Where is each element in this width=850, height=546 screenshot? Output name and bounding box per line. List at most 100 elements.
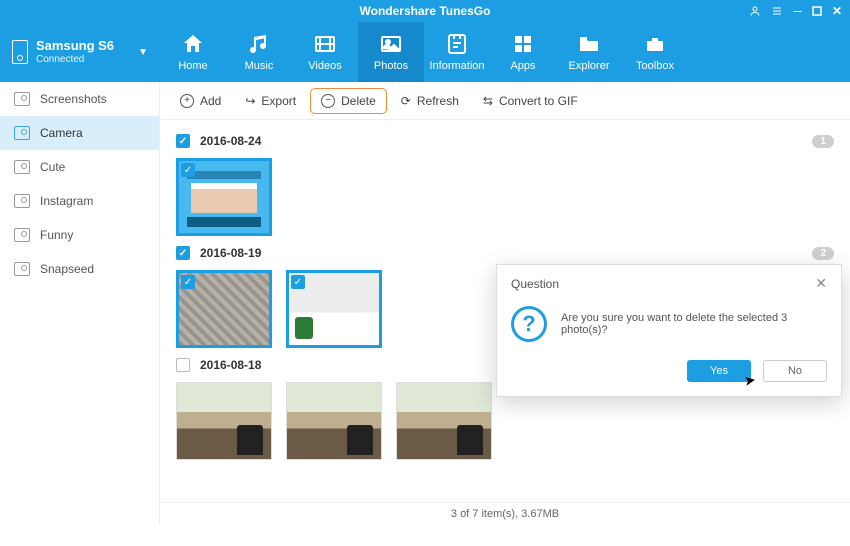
chevron-down-icon: ▼ [138,47,148,58]
camera-icon [14,92,30,106]
nav-information[interactable]: Information [424,22,490,82]
photo-thumbnail[interactable]: ✓ [176,158,272,236]
app-title: Wondershare TunesGo [360,4,491,18]
sidebar: Screenshots Camera Cute Instagram Funny … [0,82,160,524]
nav-music[interactable]: Music [226,22,292,82]
dialog-yes-button[interactable]: Yes [687,360,751,382]
minus-icon: − [321,94,335,108]
sidebar-item-label: Snapseed [40,262,94,276]
nav-apps[interactable]: Apps [490,22,556,82]
button-label: Yes [710,365,728,377]
photo-thumbnail[interactable] [396,382,492,460]
camera-icon [14,262,30,276]
main-panel: + Add ↪ Export −Delete ⟳ Refresh ⇆ Convert t… [160,82,850,524]
menu-icon[interactable] [771,5,783,17]
main-nav: Home Music Videos Photos Information App… [160,22,688,82]
button-label: Convert to GIF [499,94,578,108]
export-button[interactable]: ↪ Export [235,89,306,113]
sidebar-item-screenshots[interactable]: Screenshots [0,82,159,116]
sidebar-item-snapseed[interactable]: Snapseed [0,252,159,286]
camera-icon [14,160,30,174]
question-icon: ? [511,306,547,342]
add-button[interactable]: + Add [170,89,231,113]
toolbar: + Add ↪ Export −Delete ⟳ Refresh ⇆ Convert t… [160,82,850,120]
refresh-button[interactable]: ⟳ Refresh [391,89,469,113]
button-label: Export [261,94,296,108]
device-status: Connected [36,54,114,65]
photo-thumbnail[interactable]: ✓ [176,270,272,348]
device-name: Samsung S6 [36,39,114,53]
maximize-icon[interactable] [812,6,822,16]
group-date: 2016-08-24 [200,134,261,148]
music-icon [247,32,271,56]
nav-label: Toolbox [636,60,674,72]
convert-icon: ⇆ [483,94,493,108]
title-bar: Wondershare TunesGo ─ ✕ [0,0,850,22]
apps-icon [511,32,535,56]
dialog-message: Are you sure you want to delete the sele… [561,312,827,336]
nav-label: Music [245,60,274,72]
confirm-dialog: Question ✕ ? Are you sure you want to de… [496,264,842,397]
dialog-close-button[interactable]: ✕ [815,275,827,292]
sidebar-item-cute[interactable]: Cute [0,150,159,184]
dialog-no-button[interactable]: No [763,360,827,382]
user-icon[interactable] [749,5,761,17]
nav-label: Videos [308,60,341,72]
close-icon[interactable]: ✕ [832,4,842,18]
nav-photos[interactable]: Photos [358,22,424,82]
photo-thumbnail[interactable]: ✓ [286,270,382,348]
minimize-icon[interactable]: ─ [793,4,802,18]
header: Samsung S6 Connected ▼ Home Music Videos… [0,22,850,82]
nav-label: Home [178,60,207,72]
nav-toolbox[interactable]: Toolbox [622,22,688,82]
videos-icon [313,32,337,56]
check-icon: ✓ [181,275,195,289]
photos-icon [379,32,403,56]
toolbox-icon [643,32,667,56]
check-icon: ✓ [181,163,195,177]
photo-group: ✓ 2016-08-24 1 ✓ [176,130,834,236]
refresh-icon: ⟳ [401,94,411,108]
window-controls: ─ ✕ [749,0,842,22]
group-checkbox[interactable] [176,358,190,372]
group-date: 2016-08-19 [200,246,261,260]
photo-thumbnail[interactable] [176,382,272,460]
nav-explorer[interactable]: Explorer [556,22,622,82]
sidebar-item-instagram[interactable]: Instagram [0,184,159,218]
group-count: 2 [812,247,834,260]
nav-home[interactable]: Home [160,22,226,82]
button-label: Refresh [417,94,459,108]
export-icon: ↪ [245,94,255,108]
nav-label: Photos [374,60,408,72]
camera-icon [14,194,30,208]
sidebar-item-label: Instagram [40,194,93,208]
button-label: No [788,365,802,377]
nav-label: Explorer [569,60,610,72]
nav-videos[interactable]: Videos [292,22,358,82]
photo-thumbnail[interactable] [286,382,382,460]
explorer-icon [577,32,601,56]
group-checkbox[interactable]: ✓ [176,246,190,260]
sidebar-item-label: Camera [40,126,83,140]
phone-icon [12,40,28,64]
sidebar-item-camera[interactable]: Camera [0,116,159,150]
nav-label: Apps [510,60,535,72]
dialog-title: Question [511,277,559,291]
button-label: Add [200,94,221,108]
nav-label: Information [429,60,484,72]
sidebar-item-funny[interactable]: Funny [0,218,159,252]
sidebar-item-label: Cute [40,160,65,174]
status-bar: 3 of 7 item(s), 3.67MB [160,502,850,524]
check-icon: ✓ [291,275,305,289]
group-count: 1 [812,135,834,148]
delete-button[interactable]: −Delete [310,88,387,114]
status-text: 3 of 7 item(s), 3.67MB [451,508,559,520]
plus-icon: + [180,94,194,108]
convert-gif-button[interactable]: ⇆ Convert to GIF [473,89,588,113]
button-label: Delete [341,94,376,108]
home-icon [181,32,205,56]
device-selector[interactable]: Samsung S6 Connected ▼ [0,22,160,82]
sidebar-item-label: Screenshots [40,92,107,106]
sidebar-item-label: Funny [40,228,73,242]
group-checkbox[interactable]: ✓ [176,134,190,148]
